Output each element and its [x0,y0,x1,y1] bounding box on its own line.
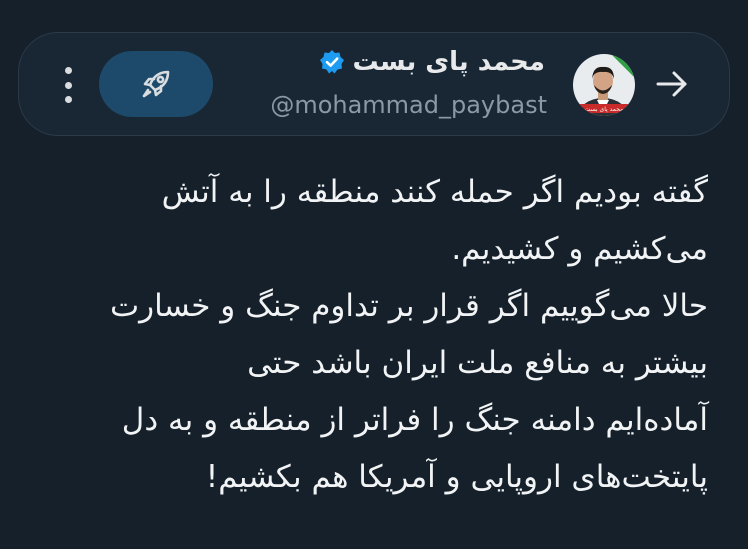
avatar[interactable]: محمد پای بست [573,54,635,116]
handle[interactable]: @mohammad_paybast [270,91,547,119]
arrow-right-icon [656,71,687,97]
tweet-line: آماده‌ایم دامنه جنگ را فراتر از منطقه و … [121,402,708,438]
more-options-button[interactable] [61,67,75,103]
profile-header: محمد پای بست @mohammad_paybast محمد پای … [18,32,730,136]
rocket-icon [142,70,170,98]
name-row: محمد پای بست [319,47,546,77]
tweet-line: بیشتر به منافع ملت ایران باشد حتی [247,345,708,381]
tweet-line: حالا می‌گوییم اگر قرار بر تداوم جنگ و خس… [110,288,708,324]
tweet-text: گفته بودیم اگر حمله کنند منطقه را به آتش… [28,164,708,506]
avatar-badge-text: محمد پای بست [585,106,624,113]
more-dot [64,81,72,89]
tweet-line: پایتخت‌های اروپایی و آمریکا هم بکشیم! [205,459,708,495]
tweet-line: می‌کشیم و کشیدیم. [451,231,708,267]
more-dot [64,67,72,74]
more-dot [64,96,72,103]
back-button[interactable] [647,59,697,109]
display-name[interactable]: محمد پای بست [353,47,546,77]
tweet-line: گفته بودیم اگر حمله کنند منطقه را به آتش [161,174,708,210]
verified-badge-icon [319,49,345,75]
boost-button[interactable] [99,51,213,117]
